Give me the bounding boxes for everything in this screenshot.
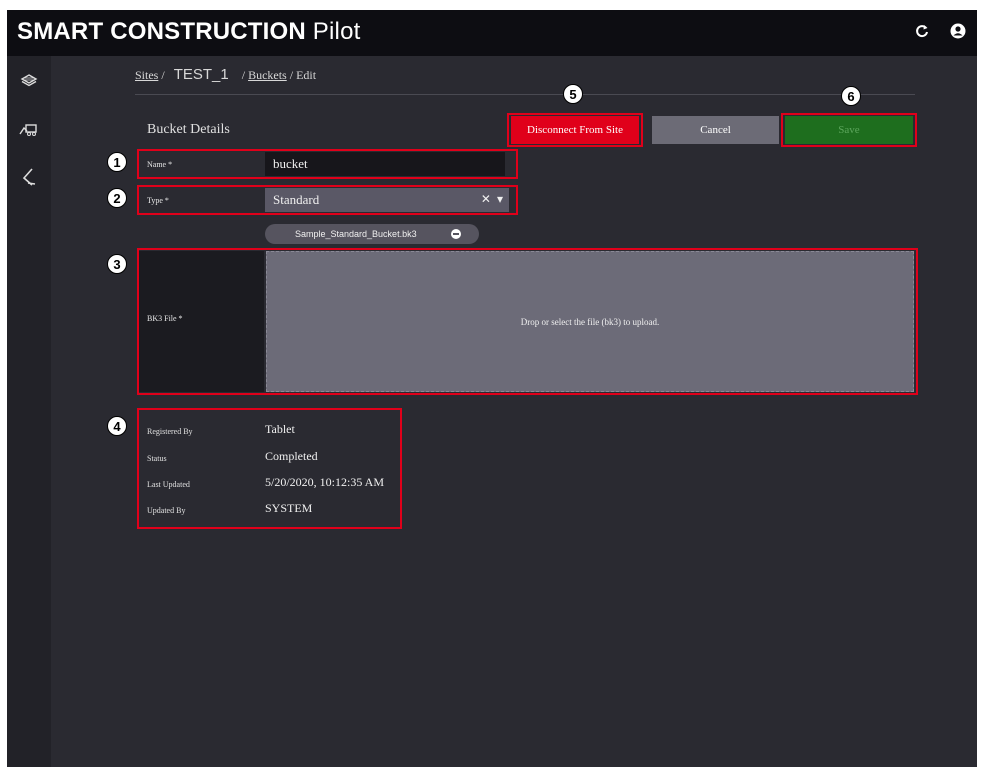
- annotation-badge-4: 4: [107, 416, 127, 436]
- main-content: Sites / TEST_1 / Buckets / Edit Bucket D…: [51, 56, 977, 767]
- annotation-badge-1: 1: [107, 152, 127, 172]
- highlight-box-2: [137, 185, 518, 215]
- cancel-button[interactable]: Cancel: [652, 116, 779, 144]
- file-chip: Sample_Standard_Bucket.bk3: [265, 224, 479, 244]
- breadcrumb-current-site: TEST_1: [173, 66, 229, 83]
- bucket-arm-icon[interactable]: [15, 164, 43, 190]
- file-chip-name: Sample_Standard_Bucket.bk3: [295, 229, 417, 239]
- brand-suffix: Pilot: [312, 18, 361, 45]
- breadcrumb-divider: [135, 94, 915, 95]
- annotation-badge-3: 3: [107, 254, 127, 274]
- breadcrumb-sites[interactable]: Sites: [135, 68, 158, 82]
- annotation-badge-5: 5: [563, 84, 583, 104]
- refresh-icon[interactable]: [913, 22, 931, 40]
- breadcrumb: Sites / TEST_1 / Buckets / Edit: [135, 66, 316, 83]
- breadcrumb-buckets[interactable]: Buckets: [248, 68, 287, 82]
- breadcrumb-separator: /: [241, 68, 246, 82]
- section-title: Bucket Details: [147, 122, 230, 137]
- app-window: SMART CONSTRUCTION Pilot Sites / TEST_1: [7, 10, 977, 767]
- remove-file-icon[interactable]: [451, 229, 461, 239]
- app-title: SMART CONSTRUCTION Pilot: [17, 18, 360, 46]
- breadcrumb-separator: /: [289, 68, 294, 82]
- layers-icon[interactable]: [15, 68, 43, 94]
- highlight-box-6: [781, 113, 917, 147]
- breadcrumb-separator: /: [161, 68, 165, 82]
- annotation-badge-2: 2: [107, 188, 127, 208]
- top-bar: SMART CONSTRUCTION Pilot: [7, 10, 977, 56]
- annotation-badge-6: 6: [841, 86, 861, 106]
- user-account-icon[interactable]: [949, 22, 967, 40]
- highlight-box-4: [137, 408, 402, 529]
- brand-name: SMART CONSTRUCTION: [17, 18, 306, 45]
- sidebar: [7, 56, 51, 767]
- machine-icon[interactable]: [15, 116, 43, 142]
- top-icons: [913, 22, 967, 40]
- breadcrumb-edit: Edit: [296, 68, 317, 82]
- highlight-box-1: [137, 149, 518, 179]
- highlight-box-5: [507, 113, 643, 147]
- highlight-box-3: [137, 248, 918, 395]
